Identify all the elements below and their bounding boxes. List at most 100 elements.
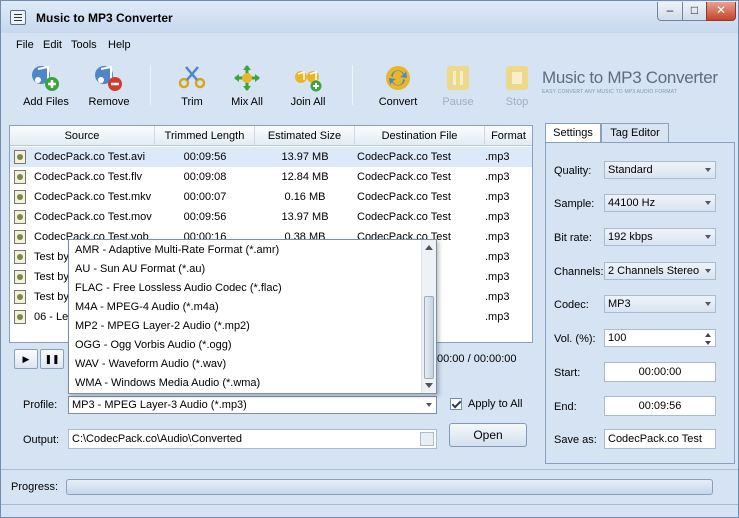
- table-row[interactable]: CodecPack.co Test.mkv 00:00:07 0.16 MB Code…: [10, 187, 532, 207]
- progress-label: Progress:: [11, 481, 59, 493]
- channels-select[interactable]: 2 Channels Stereo: [604, 262, 716, 280]
- settings-panel: Quality: Standard Sample: 44100 Hz Bit r…: [545, 142, 735, 464]
- output-path-value: C:\CodecPack.co\Audio\Converted: [72, 433, 242, 445]
- window-title: Music to MP3 Converter: [36, 11, 173, 25]
- join-all-button[interactable]: Join All: [273, 63, 343, 109]
- dropdown-option[interactable]: WAV - Waveform Audio (*.wav): [75, 355, 226, 374]
- output-path-field[interactable]: C:\CodecPack.co\Audio\Converted: [68, 429, 437, 449]
- maximize-button[interactable]: □: [682, 2, 707, 21]
- cell-format: .mp3: [485, 251, 510, 263]
- audio-file-icon: [14, 290, 26, 304]
- table-row[interactable]: CodecPack.co Test.flv 00:09:08 12.84 MB Cod…: [10, 167, 532, 187]
- toolbar-separator: [150, 65, 151, 105]
- scroll-up-icon[interactable]: [425, 245, 433, 250]
- close-button[interactable]: ✕: [706, 2, 736, 21]
- volume-value: 100: [608, 332, 627, 344]
- table-row[interactable]: CodecPack.co Test.avi 00:09:56 13.97 MB Cod…: [10, 147, 532, 167]
- start-label: Start:: [554, 367, 581, 379]
- add-files-label: Add Files: [23, 96, 69, 108]
- cell-format: .mp3: [485, 211, 510, 223]
- audio-file-icon: [14, 230, 26, 244]
- spin-up-icon[interactable]: [705, 333, 711, 337]
- bitrate-select[interactable]: 192 kbps: [604, 228, 716, 246]
- join-icon: [292, 63, 324, 93]
- dropdown-option[interactable]: OGG - Ogg Vorbis Audio (*.ogg): [75, 336, 232, 355]
- apply-to-all-label: Apply to All: [468, 398, 523, 410]
- profile-dropdown-list[interactable]: AMR - Adaptive Multi-Rate Format (*.amr)…: [68, 239, 437, 394]
- progress-bar: [66, 479, 713, 495]
- cell-format: .mp3: [485, 291, 510, 303]
- cell-dest: CodecPack.co Test: [357, 211, 451, 223]
- menu-bar: File Edit Tools Help: [1, 37, 738, 55]
- menu-file[interactable]: File: [16, 39, 34, 51]
- column-source[interactable]: Source: [10, 126, 155, 146]
- chevron-down-icon: [426, 403, 432, 407]
- column-trimmed-length[interactable]: Trimmed Length: [155, 126, 255, 146]
- end-time-field[interactable]: 00:09:56: [604, 396, 716, 416]
- save-as-label: Save as:: [554, 434, 597, 446]
- add-files-button[interactable]: Add Files: [11, 63, 81, 109]
- sample-select[interactable]: 44100 Hz: [604, 194, 716, 212]
- cell-source: CodecPack.co Test.flv: [34, 171, 143, 183]
- audio-file-icon: [14, 250, 26, 264]
- profile-select[interactable]: MP3 - MPEG Layer-3 Audio (*.mp3): [68, 396, 437, 414]
- scissors-icon: [176, 63, 208, 93]
- cell-source: CodecPack.co Test.mov: [34, 211, 152, 223]
- scroll-down-icon[interactable]: [425, 383, 433, 388]
- browse-folder-icon[interactable]: [420, 432, 434, 446]
- apply-to-all-checkbox[interactable]: [450, 398, 462, 410]
- column-estimated-size[interactable]: Estimated Size: [255, 126, 355, 146]
- cell-size: 13.97 MB: [281, 151, 329, 163]
- mix-icon: [231, 63, 263, 93]
- menu-tools[interactable]: Tools: [71, 39, 97, 51]
- tab-tag-editor[interactable]: Tag Editor: [601, 123, 669, 143]
- dropdown-option[interactable]: M4A - MPEG-4 Audio (*.m4a): [75, 298, 219, 317]
- app-window: Music to MP3 Converter – □ ✕ File Edit T…: [0, 0, 739, 518]
- chevron-down-icon: [705, 269, 711, 273]
- menu-help[interactable]: Help: [108, 39, 131, 51]
- save-as-field[interactable]: CodecPack.co Test: [604, 429, 716, 449]
- cell-dest: CodecPack.co Test: [357, 151, 451, 163]
- quality-select[interactable]: Standard: [604, 161, 716, 179]
- convert-icon: [382, 63, 414, 93]
- scrollbar-thumb[interactable]: [424, 296, 434, 379]
- column-destination-file[interactable]: Destination File: [355, 126, 485, 146]
- audio-file-icon: [14, 210, 26, 224]
- table-row[interactable]: CodecPack.co Test.mov 00:09:56 13.97 MB Cod…: [10, 207, 532, 227]
- quality-value: Standard: [608, 164, 653, 176]
- menu-edit[interactable]: Edit: [43, 39, 62, 51]
- codec-select[interactable]: MP3: [604, 295, 716, 313]
- app-logo: Music to MP3 Converter: [542, 68, 718, 87]
- tab-settings[interactable]: Settings: [545, 123, 601, 144]
- spin-down-icon[interactable]: [705, 341, 711, 345]
- cell-format: .mp3: [485, 271, 510, 283]
- remove-button[interactable]: Remove: [74, 63, 144, 109]
- dropdown-option[interactable]: FLAC - Free Lossless Audio Codec (*.flac…: [75, 279, 282, 298]
- cell-size: 12.84 MB: [281, 171, 329, 183]
- mix-all-button[interactable]: Mix All: [212, 63, 282, 109]
- chevron-down-icon: [705, 235, 711, 239]
- volume-spinner[interactable]: 100: [604, 329, 716, 347]
- play-button[interactable]: ▶: [14, 349, 38, 369]
- profile-label: Profile:: [23, 399, 58, 411]
- app-logo-subtitle: EASY CONVERT ANY MUSIC TO MP3 AUDIO FORM…: [542, 89, 678, 95]
- divider: [1, 469, 738, 470]
- dropdown-scrollbar[interactable]: [421, 240, 436, 393]
- dropdown-option[interactable]: AMR - Adaptive Multi-Rate Format (*.amr): [75, 241, 279, 260]
- cell-format: .mp3: [485, 151, 510, 163]
- player-pause-button[interactable]: ❚❚: [40, 349, 64, 369]
- dropdown-option[interactable]: AU - Sun AU Format (*.au): [75, 260, 205, 279]
- title-bar: Music to MP3 Converter – □ ✕: [1, 1, 738, 33]
- open-button[interactable]: Open: [449, 423, 527, 447]
- app-menu-icon[interactable]: [10, 10, 26, 25]
- minimize-button[interactable]: –: [657, 2, 683, 21]
- bitrate-label: Bit rate:: [554, 232, 592, 244]
- dropdown-option[interactable]: MP2 - MPEG Layer-2 Audio (*.mp2): [75, 317, 250, 336]
- cell-format: .mp3: [485, 191, 510, 203]
- column-format[interactable]: Format: [485, 126, 532, 146]
- end-label: End:: [554, 401, 577, 413]
- dropdown-option[interactable]: WMA - Windows Media Audio (*.wma): [75, 374, 260, 393]
- chevron-down-icon: [705, 201, 711, 205]
- start-time-field[interactable]: 00:00:00: [604, 362, 716, 382]
- join-all-label: Join All: [290, 96, 326, 108]
